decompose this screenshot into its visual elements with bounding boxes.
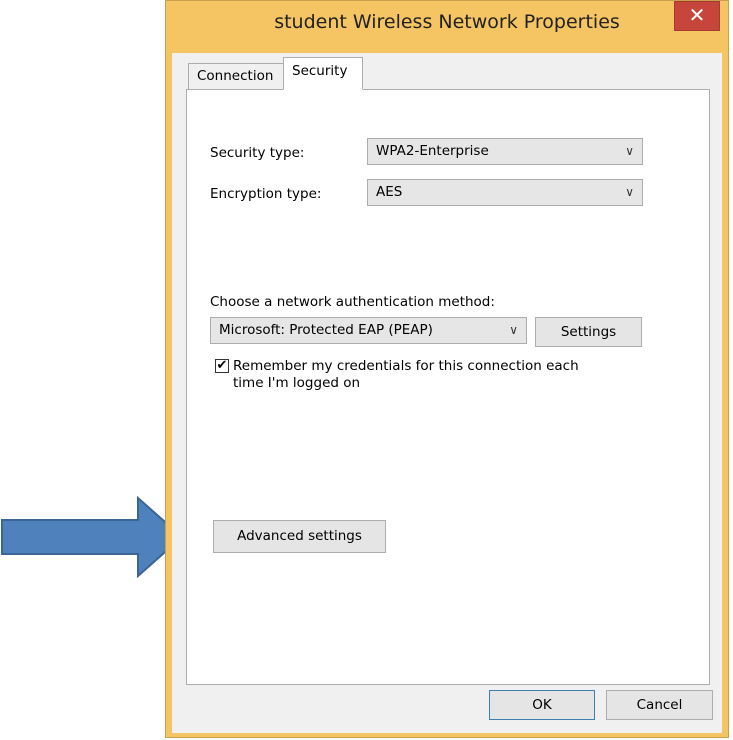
close-icon: ✕ [688, 3, 706, 27]
encryption-type-value: AES [376, 184, 403, 200]
security-type-value: WPA2-Enterprise [376, 143, 489, 159]
chevron-down-icon: ∨ [625, 144, 634, 158]
tab-connection[interactable]: Connection [188, 63, 284, 89]
remember-credentials-label: Remember my credentials for this connect… [233, 358, 579, 391]
auth-method-select[interactable]: Microsoft: Protected EAP (PEAP) ∨ [210, 317, 527, 344]
properties-dialog: student Wireless Network Properties ✕ Co… [165, 0, 729, 738]
security-type-select[interactable]: WPA2-Enterprise ∨ [367, 138, 643, 165]
auth-method-value: Microsoft: Protected EAP (PEAP) [219, 322, 433, 338]
security-panel: Security type: WPA2-Enterprise ∨ Encrypt… [186, 89, 710, 685]
cancel-button[interactable]: Cancel [606, 690, 713, 720]
dialog-client-area: Connection Security Security type: WPA2-… [172, 53, 722, 733]
encryption-type-label: Encryption type: [210, 186, 322, 202]
security-type-label: Security type: [210, 145, 305, 161]
ok-button[interactable]: OK [489, 690, 595, 720]
auth-method-label: Choose a network authentication method: [210, 294, 495, 310]
remember-credentials-checkbox[interactable]: ✔ [215, 359, 229, 373]
close-button[interactable]: ✕ [674, 1, 720, 31]
window-title: student Wireless Network Properties [274, 11, 620, 33]
chevron-down-icon: ∨ [509, 323, 518, 337]
chevron-down-icon: ∨ [625, 185, 634, 199]
arrow-right-icon [1, 496, 184, 578]
tab-security[interactable]: Security [283, 57, 363, 90]
encryption-type-select[interactable]: AES ∨ [367, 179, 643, 206]
advanced-settings-button[interactable]: Advanced settings [213, 520, 386, 553]
settings-button[interactable]: Settings [535, 317, 642, 347]
